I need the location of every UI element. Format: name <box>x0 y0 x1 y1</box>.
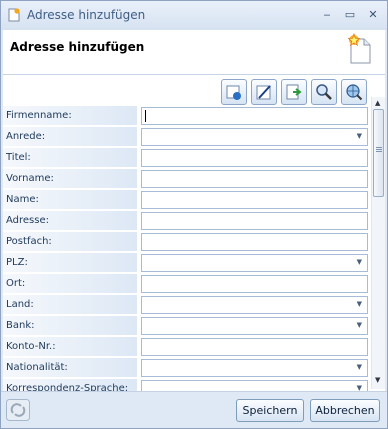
field-label-cell: Anrede: <box>3 127 137 147</box>
search-button[interactable] <box>311 79 337 105</box>
import-card-button[interactable] <box>221 79 247 105</box>
scroll-thumb[interactable] <box>373 109 384 197</box>
field-label-cell: Korrespondenz-Sprache: <box>3 379 137 391</box>
dialog-footer: Speichern Abbrechen <box>1 391 387 428</box>
form-row: Land: ▼ <box>3 295 369 316</box>
dropdown-arrow-icon[interactable]: ▼ <box>357 258 362 266</box>
text-field[interactable] <box>141 107 368 125</box>
dropdown-arrow-icon[interactable]: ▼ <box>357 132 362 140</box>
form-row: Konto-Nr.: <box>3 337 369 358</box>
field-label: Ort: <box>6 278 26 289</box>
dropdown-field[interactable]: ▼ <box>141 380 368 391</box>
cancel-button[interactable]: Abbrechen <box>310 399 380 422</box>
export-button[interactable] <box>281 79 307 105</box>
text-field[interactable] <box>141 149 368 167</box>
field-label-cell: Firmenname: <box>3 106 137 126</box>
scroll-down-icon[interactable]: ▼ <box>375 376 380 384</box>
dialog-header: Adresse hinzufügen <box>3 30 385 75</box>
form-row: Korrespondenz-Sprache: ▼ <box>3 379 369 391</box>
field-label: Adresse: <box>6 215 49 226</box>
field-label: Bank: <box>6 320 35 331</box>
form-row: Titel: <box>3 148 369 169</box>
text-caret <box>145 110 146 122</box>
text-field[interactable] <box>141 338 368 356</box>
web-search-icon <box>346 84 363 101</box>
dropdown-arrow-icon[interactable]: ▼ <box>357 384 362 391</box>
form-area: Firmenname: Anrede: ▼ Titel: Vorname: Name: Ad… <box>3 75 385 391</box>
field-label-cell: Postfach: <box>3 232 137 252</box>
field-label-cell: Vorname: <box>3 169 137 189</box>
title-bar[interactable]: Adresse hinzufügen ‒ ▭ ✕ <box>1 1 387 30</box>
page-title: Adresse hinzufügen <box>10 40 145 54</box>
field-label-cell: Konto-Nr.: <box>3 337 137 357</box>
form-row: Anrede: ▼ <box>3 127 369 148</box>
sync-icon[interactable] <box>6 399 30 421</box>
text-field[interactable] <box>141 212 368 230</box>
import-card-icon <box>226 85 241 100</box>
field-label: Postfach: <box>6 236 52 247</box>
dropdown-field[interactable]: ▼ <box>141 128 368 146</box>
form-row: PLZ: ▼ <box>3 253 369 274</box>
dialog-window: Adresse hinzufügen ‒ ▭ ✕ Adresse hinzufü… <box>0 0 388 429</box>
field-label-cell: PLZ: <box>3 253 137 273</box>
form-row: Adresse: <box>3 211 369 232</box>
form-row: Ort: <box>3 274 369 295</box>
save-button[interactable]: Speichern <box>236 399 304 422</box>
dropdown-arrow-icon[interactable]: ▼ <box>357 321 362 329</box>
dropdown-arrow-icon[interactable]: ▼ <box>357 363 362 371</box>
field-label-cell: Ort: <box>3 274 137 294</box>
close-button[interactable]: ✕ <box>365 8 381 22</box>
form-row: Bank: ▼ <box>3 316 369 337</box>
export-arrow-icon <box>286 84 302 100</box>
dropdown-field[interactable]: ▼ <box>141 254 368 272</box>
field-label: Name: <box>6 194 39 205</box>
dropdown-field[interactable]: ▼ <box>141 359 368 377</box>
dropdown-arrow-icon[interactable]: ▼ <box>357 300 362 308</box>
text-field[interactable] <box>141 170 368 188</box>
field-label-cell: Name: <box>3 190 137 210</box>
field-label: Vorname: <box>6 173 54 184</box>
dropdown-field[interactable]: ▼ <box>141 317 368 335</box>
minimize-button[interactable]: ‒ <box>319 8 335 22</box>
new-document-icon <box>347 33 371 64</box>
scroll-up-icon[interactable]: ▲ <box>375 99 380 107</box>
field-label: Korrespondenz-Sprache: <box>6 383 129 391</box>
field-label-cell: Land: <box>3 295 137 315</box>
text-field[interactable] <box>141 233 368 251</box>
maximize-button[interactable]: ▭ <box>342 8 358 22</box>
app-document-icon <box>8 8 20 22</box>
field-label: Land: <box>6 299 34 310</box>
form-row: Nationalität: ▼ <box>3 358 369 379</box>
edit-form-icon <box>256 85 271 100</box>
form-row: Vorname: <box>3 169 369 190</box>
search-magnifier-icon <box>316 84 332 100</box>
field-label-cell: Titel: <box>3 148 137 168</box>
form-row: Name: <box>3 190 369 211</box>
vertical-scrollbar[interactable]: ▲ ▼ <box>371 97 385 389</box>
text-field[interactable] <box>141 191 368 209</box>
field-label: Titel: <box>6 152 31 163</box>
field-label-cell: Nationalität: <box>3 358 137 378</box>
text-field[interactable] <box>141 275 368 293</box>
field-label: Anrede: <box>6 131 46 142</box>
field-label: Konto-Nr.: <box>6 341 56 352</box>
dropdown-field[interactable]: ▼ <box>141 296 368 314</box>
form-row: Postfach: <box>3 232 369 253</box>
web-search-button[interactable] <box>341 79 367 105</box>
field-label: PLZ: <box>6 257 28 268</box>
edit-form-button[interactable] <box>251 79 277 105</box>
window-title: Adresse hinzufügen <box>27 8 146 22</box>
field-label: Nationalität: <box>6 362 68 373</box>
form-row: Firmenname: <box>3 106 369 127</box>
field-label-cell: Adresse: <box>3 211 137 231</box>
field-label-cell: Bank: <box>3 316 137 336</box>
field-label: Firmenname: <box>6 110 72 121</box>
